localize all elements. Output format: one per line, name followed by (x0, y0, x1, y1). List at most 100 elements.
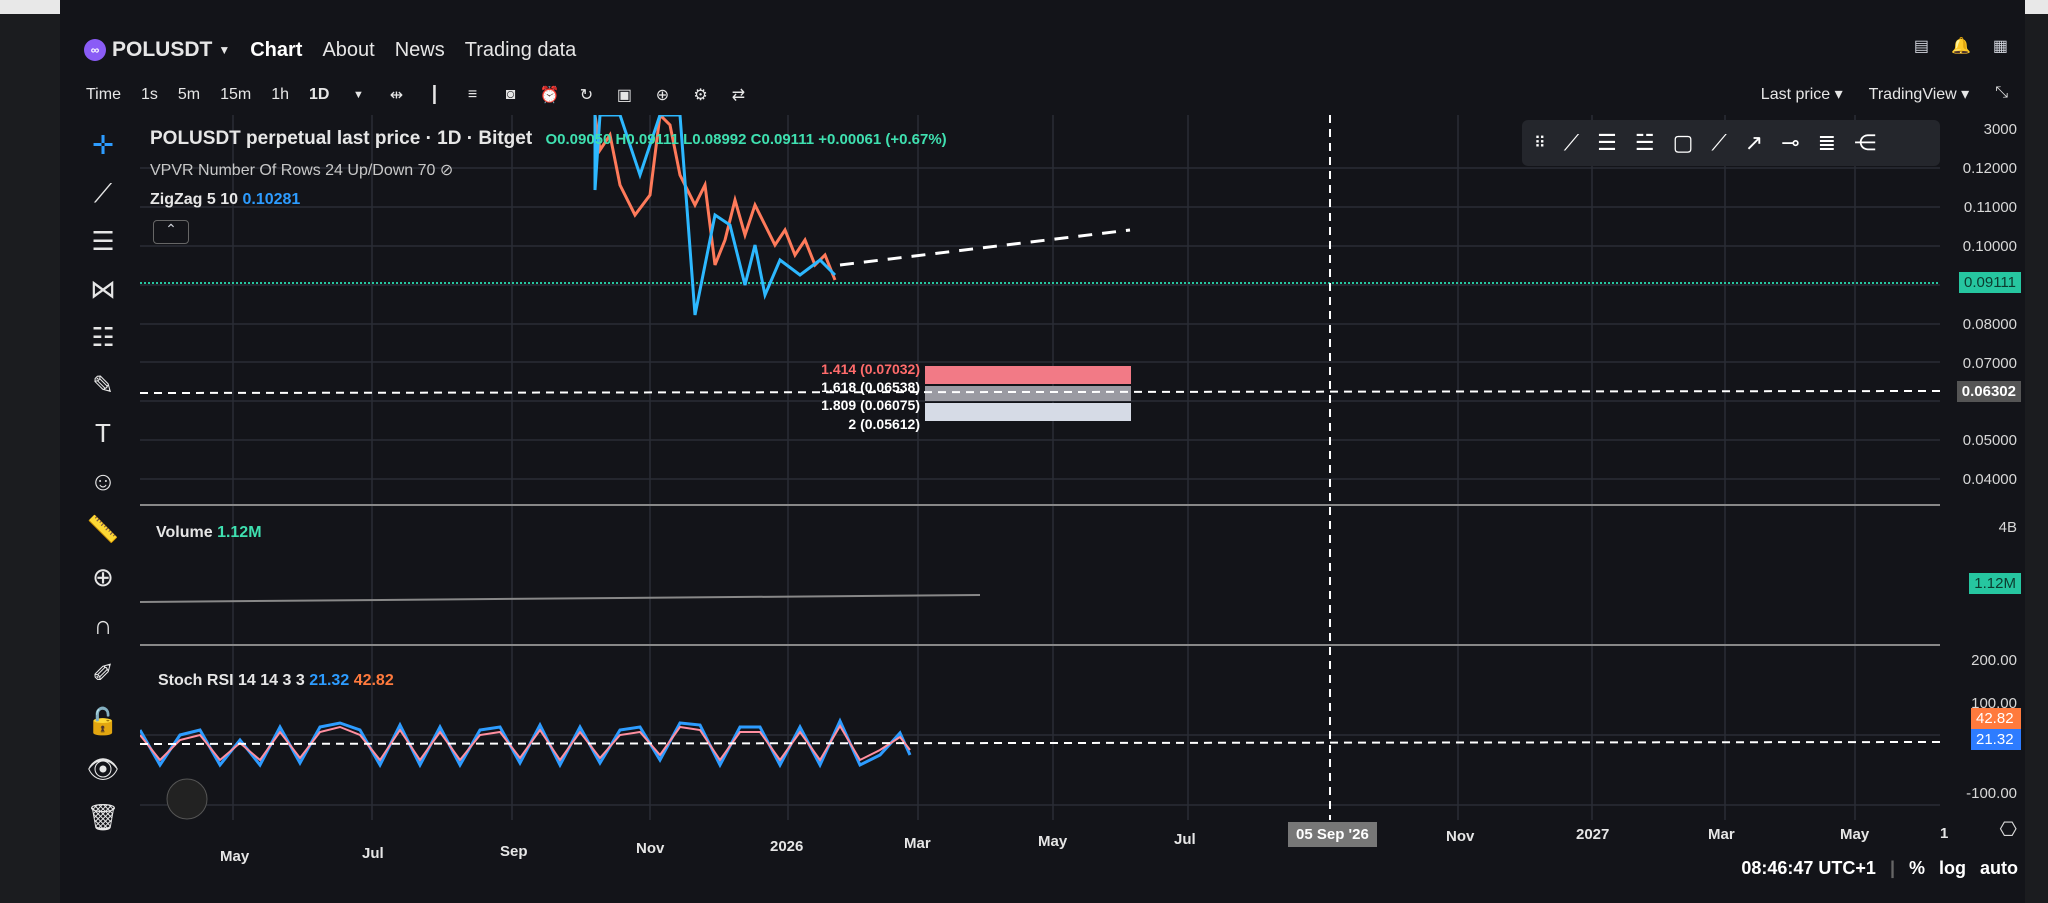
time-tick: May (1038, 833, 1068, 850)
fib-zone-1809 (925, 403, 1131, 421)
text-icon[interactable]: T (95, 418, 111, 448)
clock[interactable]: 08:46:47 UTC+1 (1741, 858, 1876, 879)
drawing-toolbar: ✛ ⟋ ☰ ⋈ ☷ ✎ T ☺ 📏 ⊕ ∩ ✐ 🔓 👁 🗑 (80, 130, 126, 832)
rsi-tick: 200.00 (1971, 652, 2017, 669)
price-source-label: Last price (1760, 86, 1831, 103)
interval-15m[interactable]: 15m (220, 86, 251, 104)
tab-about[interactable]: About (322, 39, 374, 62)
pattern-icon[interactable]: ⋈ (90, 274, 116, 304)
price-tick: 0.04000 (1962, 471, 2017, 488)
magnet-icon[interactable]: ∩ (94, 610, 113, 640)
range-icon[interactable]: ⇹ (387, 85, 405, 105)
percent-scale-toggle[interactable]: % (1909, 858, 1925, 879)
time-tick: Jul (1174, 831, 1196, 848)
interval-1h[interactable]: 1h (271, 86, 289, 104)
emoji-icon[interactable]: ☺ (90, 466, 117, 496)
price-source-dropdown[interactable]: Last price ▾ (1761, 84, 1843, 104)
chart-toolbar: Time 1s 5m 15m 1h 1D ▼ ⇹ ┃ ≡ ◙ ⏰ ↻ ▣ ⊕ ⚙… (60, 80, 2025, 110)
camera-icon[interactable]: ◙ (501, 86, 519, 104)
drag-handle-icon[interactable]: ⠿ (1534, 133, 1546, 153)
layout-grid-icon[interactable]: ▦ (1993, 36, 2008, 56)
lock-icon[interactable]: 🔓 (87, 706, 119, 736)
price-axis[interactable]: 3000 0.12000 0.11000 0.10000 0.09111 0.0… (1940, 115, 2025, 841)
time-tick: 1 (1940, 825, 1949, 842)
legend-low: L0.08992 (683, 131, 747, 148)
time-tick: Mar (1708, 826, 1735, 843)
fib-icon[interactable]: ☰ (91, 226, 114, 256)
replay-icon[interactable]: ↻ (577, 85, 595, 105)
stoch-label: Stoch RSI 14 14 3 3 (158, 672, 305, 689)
fib-retracement-icon[interactable]: ≣ (1818, 130, 1836, 156)
symbol-selector[interactable]: ∞ POLUSDT ▼ (84, 38, 230, 62)
forecast-icon[interactable]: ☷ (91, 322, 114, 352)
eye-icon[interactable]: 👁 (86, 754, 119, 784)
tab-chart[interactable]: Chart (250, 39, 302, 62)
zigzag-value: 0.10281 (242, 191, 301, 208)
calendar-icon[interactable]: ▣ (615, 85, 633, 105)
interval-time[interactable]: Time (86, 86, 121, 104)
tab-trading-data[interactable]: Trading data (465, 39, 577, 62)
volume-series (140, 594, 981, 603)
gear-icon[interactable]: ⚙ (691, 85, 709, 105)
trash-icon[interactable]: 🗑 (86, 802, 119, 832)
interval-1d[interactable]: 1D (309, 86, 329, 104)
alarm-icon[interactable]: ⏰ (539, 85, 559, 105)
fib-fan-icon[interactable]: ⋲ (1854, 130, 1876, 156)
lock-drawing-icon[interactable]: ✐ (92, 658, 114, 688)
legend-title: POLUSDT perpetual last price · 1D · Bitg… (150, 128, 533, 149)
vpvr-legend[interactable]: VPVR Number Of Rows 24 Up/Down 70 ⊘ (150, 160, 453, 180)
polygon-logo-icon: ∞ (84, 39, 106, 61)
parallel-channel-icon[interactable]: ☰ (1597, 130, 1617, 156)
time-axis[interactable]: May Jul Sep Nov 2026 Mar May Jul 05 Sep … (140, 822, 2020, 865)
auto-scale-toggle[interactable]: auto (1980, 858, 2018, 879)
trend-line-icon[interactable]: ⟋ (94, 178, 112, 208)
fib-level-2: 2 (0.05612) (848, 416, 920, 432)
stoch-d-value: 42.82 (353, 672, 394, 689)
legend-high: H0.09111 (615, 131, 679, 148)
trend-line-icon[interactable]: ⟋ (1564, 130, 1579, 156)
tab-news[interactable]: News (395, 39, 445, 62)
horizontal-line-icon[interactable]: ⊸ (1781, 130, 1799, 156)
candles-icon[interactable]: ┃ (425, 85, 443, 105)
stoch-legend[interactable]: Stoch RSI 14 14 3 3 21.32 42.82 (158, 672, 394, 690)
chevron-down-icon[interactable]: ▼ (349, 89, 367, 101)
collapse-legend-button[interactable]: ⌃ (153, 220, 189, 244)
compare-icon[interactable]: ⇄ (729, 85, 747, 105)
zoom-in-icon[interactable]: ⊕ (92, 562, 114, 592)
legend-change: +0.00061 (+0.67%) (818, 131, 947, 148)
rsi-tick: -100.00 (1966, 785, 2017, 802)
brush-icon[interactable]: ✎ (92, 370, 114, 400)
ray-icon[interactable]: ⟋ (1711, 130, 1726, 156)
price-tick: 0.05000 (1962, 432, 2017, 449)
crosshair-icon[interactable]: ✛ (92, 130, 114, 160)
interval-5m[interactable]: 5m (178, 86, 200, 104)
time-tick: Sep (500, 843, 528, 860)
hidden-eye-icon[interactable]: ⊘ (440, 162, 453, 179)
indicators-icon[interactable]: ≡ (463, 86, 481, 104)
volume-legend[interactable]: Volume 1.12M (156, 524, 262, 542)
chart-canvas[interactable] (140, 115, 1940, 820)
regression-channel-icon[interactable]: ☱ (1635, 130, 1655, 156)
alert-bell-icon[interactable]: 🔔 (1951, 36, 1971, 56)
ruler-icon[interactable]: 📏 (87, 514, 119, 544)
log-scale-toggle[interactable]: log (1939, 858, 1966, 879)
price-tick: 0.12000 (1962, 160, 2017, 177)
notes-icon[interactable]: ▤ (1914, 36, 1929, 56)
volume-label: Volume (156, 524, 213, 541)
interval-1s[interactable]: 1s (141, 86, 158, 104)
crosshair-price-tag: 0.06302 (1956, 381, 2021, 402)
rectangle-icon[interactable]: ▢ (1673, 130, 1694, 156)
legend-open: O0.09050 (545, 131, 612, 148)
collapse-icon[interactable]: ⤡ (1995, 84, 2008, 104)
add-icon[interactable]: ⊕ (653, 85, 671, 105)
broker-label: TradingView (1868, 86, 1957, 103)
broker-dropdown[interactable]: TradingView ▾ (1869, 84, 1970, 104)
chevron-down-icon: ▼ (218, 43, 231, 57)
time-tick: Jul (362, 845, 384, 862)
volume-value: 1.12M (217, 524, 262, 541)
price-tick: 0.10000 (1962, 238, 2017, 255)
symbol-header: ∞ POLUSDT ▼ Chart About News Trading data (60, 28, 2025, 72)
zigzag-legend[interactable]: ZigZag 5 10 0.10281 (150, 191, 300, 209)
fib-zone-1618 (925, 386, 1131, 401)
path-icon[interactable]: ↗ (1745, 130, 1763, 156)
